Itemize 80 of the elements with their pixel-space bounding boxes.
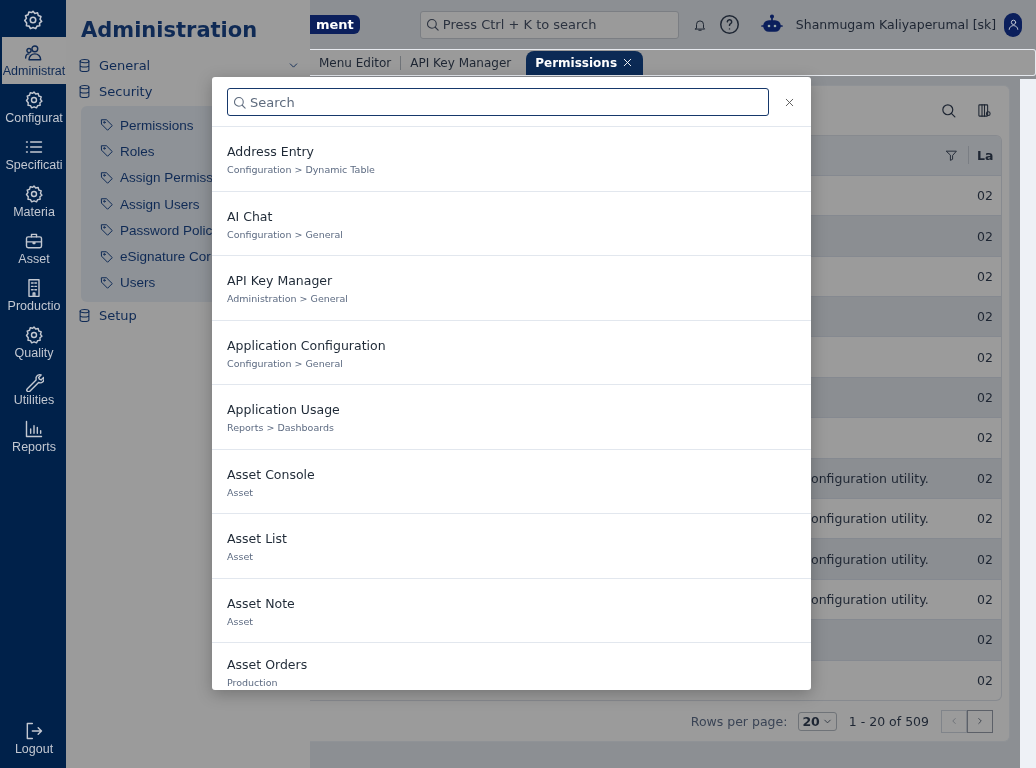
table-cell-text: 02: [977, 551, 994, 567]
rail-item[interactable]: Configurat: [2, 84, 66, 131]
table-cell-text: 02: [977, 430, 994, 446]
filter-icon: [945, 148, 958, 162]
table-cell-text: onfiguration utility.: [811, 592, 930, 607]
badge: ment: [310, 15, 360, 35]
table-cell-text: 02: [977, 188, 994, 204]
search-icon: [232, 94, 247, 110]
panel-title: Administration: [81, 18, 259, 42]
table-cell-text: 02: [977, 592, 994, 607]
search-field[interactable]: Press Ctrl + K to search: [419, 10, 679, 39]
table-cell-text: 02: [977, 672, 994, 688]
next-page-button[interactable]: [967, 709, 993, 733]
help-icon: [718, 14, 740, 36]
tag-icon: [100, 197, 114, 212]
table-cell-text: 02: [977, 511, 994, 527]
logout-button[interactable]: Logout: [2, 715, 66, 762]
logout-icon: [24, 721, 44, 741]
rail-item[interactable]: Administrat: [2, 37, 66, 84]
rail-item[interactable]: Specificati: [2, 131, 66, 178]
tab[interactable]: API Key Manager: [401, 50, 521, 75]
search-result[interactable]: Asset Console Asset: [212, 449, 811, 514]
previous-page-button[interactable]: [941, 709, 967, 733]
search-field[interactable]: Search: [227, 88, 769, 116]
tab[interactable]: Permissions: [526, 50, 644, 75]
tag-icon: [100, 223, 114, 238]
search-result[interactable]: AI Chat Configuration > General: [212, 191, 811, 256]
search-result[interactable]: Asset Note Asset: [212, 578, 811, 643]
bar-chart-icon: [24, 419, 44, 439]
logo-icon: [22, 9, 44, 31]
table-cell-text: onfiguration utility.: [811, 470, 930, 486]
database-icon: [77, 307, 92, 323]
bell-icon: [692, 17, 707, 32]
table-cell-text: 02: [977, 349, 994, 365]
rail-item[interactable]: Asset: [2, 225, 66, 272]
chevron-right-icon: [975, 716, 985, 726]
tab[interactable]: Menu Editor: [310, 50, 401, 75]
database-icon: [77, 57, 92, 73]
tag-icon: [100, 249, 114, 264]
table-cell-text: onfiguration utility.: [811, 511, 930, 527]
search-icon: [424, 17, 440, 33]
columns-icon: [977, 102, 992, 118]
people-icon: [24, 43, 44, 63]
table-cell-text: 02: [977, 390, 994, 406]
tag-icon: [100, 275, 114, 290]
tag-icon: [100, 118, 114, 133]
page-range: 1 - 20 of 509: [848, 713, 929, 729]
tag-icon: [100, 170, 114, 185]
wrench-icon: [24, 372, 44, 392]
gear-icon: [24, 90, 44, 110]
database-icon: [77, 83, 92, 99]
rail-item[interactable]: Utilities: [2, 366, 66, 413]
search-icon: [940, 101, 957, 119]
tree-item[interactable]: General: [66, 52, 310, 78]
briefcase-icon: [24, 231, 44, 251]
search-result[interactable]: Asset List Asset: [212, 514, 811, 579]
column-header[interactable]: La: [977, 147, 1001, 163]
search-result[interactable]: API Key Manager Administration > General: [212, 256, 811, 321]
table-cell-text: onfiguration utility.: [811, 551, 930, 567]
avatar-icon[interactable]: [1004, 12, 1022, 37]
gear-icon: [24, 184, 44, 204]
table-cell-text: 02: [977, 470, 994, 486]
search-result[interactable]: Application Usage Reports > Dashboards: [212, 385, 811, 450]
chevron-left-icon: [949, 716, 959, 726]
table-cell-text: 02: [977, 309, 994, 325]
search-result[interactable]: Application Configuration Configuration > General: [212, 320, 811, 385]
rail-item[interactable]: Productio: [2, 272, 66, 319]
tag-icon: [100, 144, 114, 159]
search-result[interactable]: Asset Orders Production: [212, 643, 811, 690]
table-cell-text: 02: [977, 228, 994, 244]
rows-per-page-label: Rows per page:: [690, 713, 788, 729]
rail-item[interactable]: Reports: [2, 413, 66, 460]
search-result[interactable]: Address Entry Configuration > Dynamic Table: [212, 127, 811, 192]
table-cell-text: 02: [977, 268, 994, 284]
gear-icon: [24, 325, 44, 345]
rail-item[interactable]: Materia: [2, 178, 66, 225]
user-name: Shanmugam Kaliyaperumal [sk]: [795, 17, 997, 33]
page-size-select[interactable]: 20: [798, 711, 837, 731]
table-cell-text: 02: [977, 632, 994, 648]
rail-item[interactable]: Quality: [2, 319, 66, 366]
